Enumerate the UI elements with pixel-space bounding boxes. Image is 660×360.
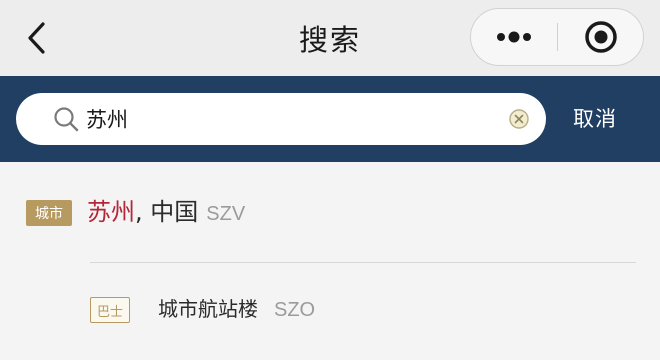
- location-code: SZV: [206, 203, 246, 225]
- result-title: 城市航站楼 SZO: [158, 293, 315, 329]
- station-name: 城市航站楼: [158, 297, 258, 321]
- mini-program-capsule: [470, 8, 644, 66]
- search-box[interactable]: [16, 93, 546, 145]
- more-dots-icon: [497, 31, 531, 43]
- type-badge-bus: 巴士: [90, 297, 130, 323]
- location-code: SZO: [274, 299, 316, 321]
- title-bar: 搜索: [0, 0, 660, 76]
- search-icon: [54, 107, 79, 132]
- matched-text: 苏州: [87, 198, 135, 226]
- target-circle-icon: [585, 21, 617, 53]
- close-mini-program-button[interactable]: [558, 9, 644, 65]
- result-item-city[interactable]: 城市 苏州 , 中国 SZV: [0, 162, 660, 262]
- search-input[interactable]: [86, 101, 486, 137]
- result-item-station[interactable]: 巴士 城市航站楼 SZO: [0, 263, 660, 360]
- result-title: 苏州 , 中国 SZV: [87, 192, 245, 232]
- city-country-text: , 中国: [135, 198, 199, 226]
- search-bar: 取消: [0, 76, 660, 162]
- type-badge-city: 城市: [26, 200, 72, 226]
- more-button[interactable]: [471, 9, 557, 65]
- cancel-button[interactable]: 取消: [560, 96, 630, 140]
- clear-input-icon[interactable]: [508, 108, 530, 130]
